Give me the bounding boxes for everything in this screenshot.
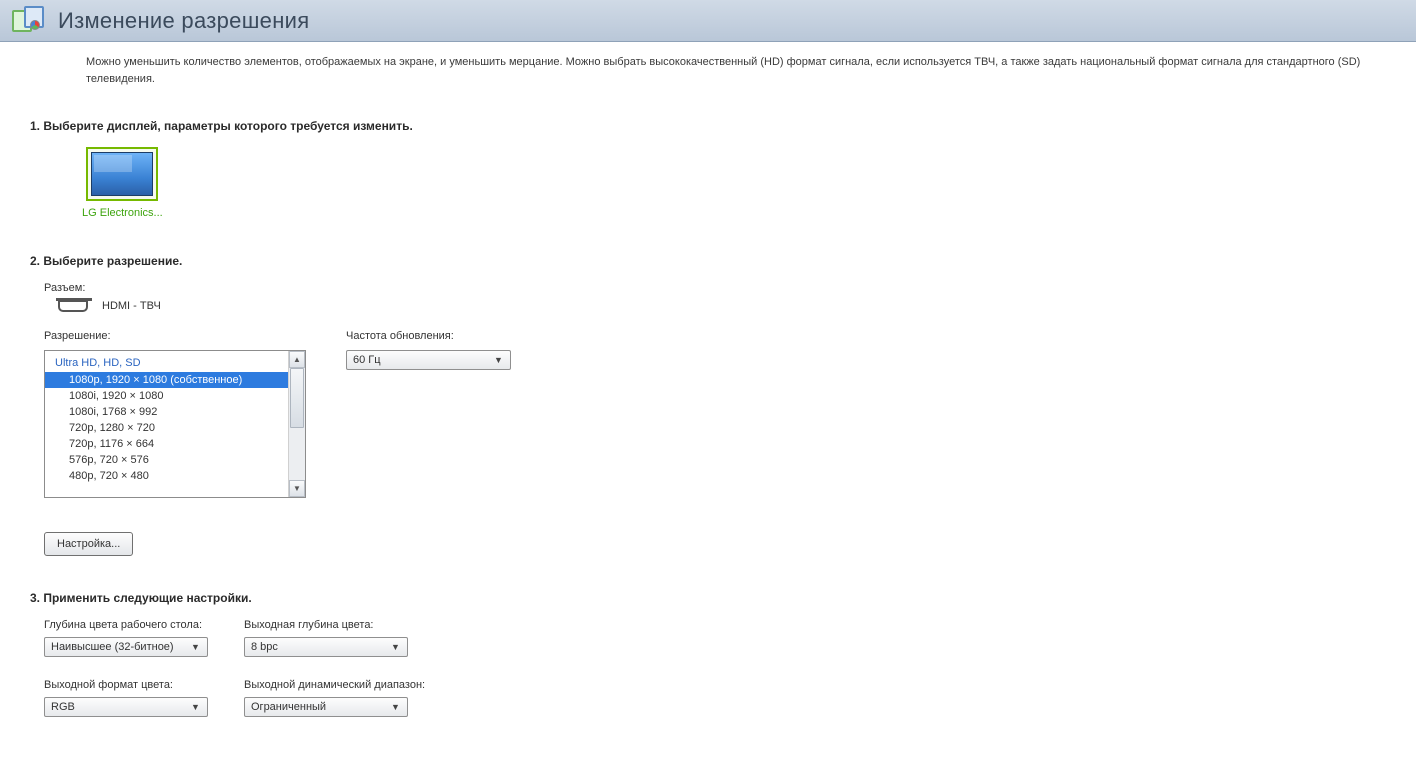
resolution-option[interactable]: 1080i, 1920 × 1080 (45, 388, 288, 404)
app-icon (12, 6, 48, 36)
output-dynamic-range-dropdown[interactable]: Ограниченный ▼ (244, 697, 408, 717)
connector-label: Разъем: (44, 282, 1386, 294)
page-title: Изменение разрешения (58, 8, 309, 34)
output-color-format-dropdown[interactable]: RGB ▼ (44, 697, 208, 717)
resolution-listbox[interactable]: Ultra HD, HD, SD 1080p, 1920 × 1080 (соб… (44, 350, 306, 498)
scroll-thumb[interactable] (290, 368, 304, 428)
scrollbar[interactable]: ▲ ▼ (288, 351, 305, 497)
refresh-rate-label: Частота обновления: (346, 330, 511, 342)
desktop-color-depth-label: Глубина цвета рабочего стола: (44, 619, 208, 631)
resolution-option[interactable]: 576p, 720 × 576 (45, 452, 288, 468)
chevron-down-icon: ▼ (388, 642, 403, 652)
section1-title: 1. Выберите дисплей, параметры которого … (30, 119, 1386, 133)
refresh-rate-dropdown[interactable]: 60 Гц ▼ (346, 350, 511, 370)
desktop-color-depth-dropdown[interactable]: Наивысшее (32-битное) ▼ (44, 637, 208, 657)
resolution-option[interactable]: 720p, 1280 × 720 (45, 420, 288, 436)
resolution-group-header: Ultra HD, HD, SD (45, 355, 288, 372)
resolution-option[interactable]: 480p, 720 × 480 (45, 468, 288, 484)
output-dynamic-range-label: Выходной динамический диапазон: (244, 679, 425, 691)
output-color-depth-label: Выходная глубина цвета: (244, 619, 408, 631)
output-color-format-label: Выходной формат цвета: (44, 679, 208, 691)
chevron-down-icon: ▼ (188, 642, 203, 652)
chevron-down-icon: ▼ (491, 355, 506, 365)
resolution-option[interactable]: 1080i, 1768 × 992 (45, 404, 288, 420)
section3-title: 3. Применить следующие настройки. (30, 591, 1386, 605)
scroll-down-button[interactable]: ▼ (289, 480, 305, 497)
chevron-down-icon: ▼ (388, 702, 403, 712)
page-description: Можно уменьшить количество элементов, от… (0, 42, 1416, 97)
output-color-depth-dropdown[interactable]: 8 bpc ▼ (244, 637, 408, 657)
resolution-option[interactable]: 1080p, 1920 × 1080 (собственное) (45, 372, 288, 388)
resolution-option[interactable]: 720p, 1176 × 664 (45, 436, 288, 452)
display-label[interactable]: LG Electronics... (82, 207, 163, 219)
chevron-down-icon: ▼ (188, 702, 203, 712)
customize-button[interactable]: Настройка... (44, 532, 133, 556)
display-thumbnail[interactable] (86, 147, 158, 201)
connector-value: HDMI - ТВЧ (102, 300, 161, 312)
hdmi-icon (58, 300, 88, 312)
section2-title: 2. Выберите разрешение. (30, 254, 1386, 268)
header-bar: Изменение разрешения (0, 0, 1416, 42)
scroll-track[interactable] (289, 368, 305, 480)
scroll-up-button[interactable]: ▲ (289, 351, 305, 368)
resolution-label: Разрешение: (44, 330, 306, 342)
refresh-rate-value: 60 Гц (353, 354, 491, 366)
monitor-icon (91, 152, 153, 196)
